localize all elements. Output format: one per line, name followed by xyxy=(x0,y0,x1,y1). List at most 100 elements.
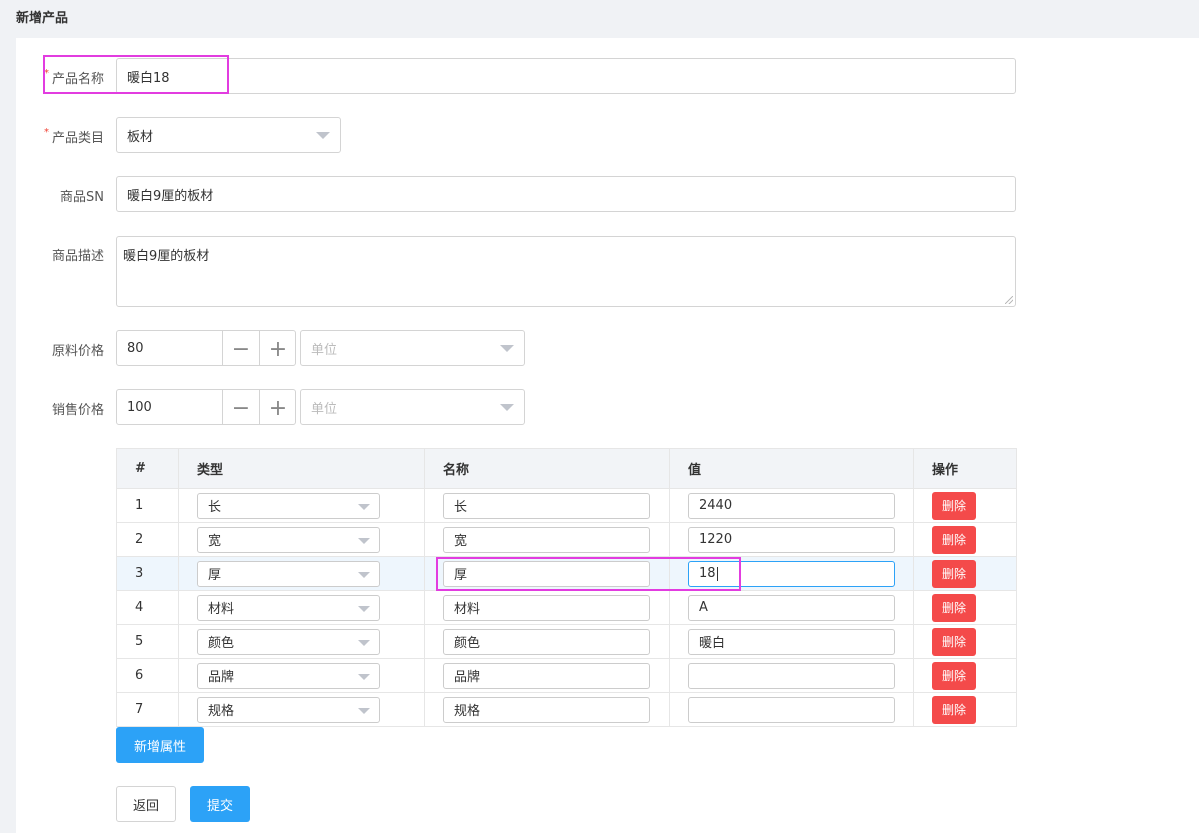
action-cell: 删除 xyxy=(913,658,1017,693)
product-description-label: 商品描述 xyxy=(51,249,104,264)
value-cell: 2440 xyxy=(669,488,914,523)
column-header-index: # xyxy=(116,448,179,489)
type-select[interactable]: 品牌 xyxy=(197,662,380,689)
product-description-text: 暖白9厘的板材 xyxy=(123,249,210,264)
chevron-down-icon xyxy=(358,639,370,646)
type-value: 颜色 xyxy=(208,636,235,651)
type-value: 材料 xyxy=(208,602,235,617)
action-cell: 删除 xyxy=(913,692,1017,727)
add-attribute-button[interactable]: 新增属性 xyxy=(116,727,204,763)
row-index: 5 xyxy=(116,624,179,659)
product-sn-input[interactable]: 暖白9厘的板材 xyxy=(116,176,1016,212)
sale-price-stepper[interactable]: 100 − + xyxy=(116,389,296,425)
required-mark: * xyxy=(43,127,49,138)
value-cell: A xyxy=(669,590,914,625)
raw-price-stepper[interactable]: 80 − + xyxy=(116,330,296,366)
type-select[interactable]: 长 xyxy=(197,492,380,519)
column-header-name: 名称 xyxy=(424,448,670,489)
chevron-down-icon xyxy=(358,673,370,680)
value-cell: 1220 xyxy=(669,522,914,557)
name-cell: 宽 xyxy=(424,522,670,557)
name-input[interactable]: 宽 xyxy=(443,526,650,553)
type-cell: 规格 xyxy=(178,692,425,727)
row-index: 3 xyxy=(116,556,179,591)
value-cell xyxy=(669,692,914,727)
chevron-down-icon xyxy=(500,404,514,411)
table-row: 2 宽 宽 1220 删除 xyxy=(116,522,1017,557)
value-input[interactable] xyxy=(688,696,895,723)
submit-button[interactable]: 提交 xyxy=(190,786,250,822)
type-cell: 长 xyxy=(178,488,425,523)
action-cell: 删除 xyxy=(913,624,1017,659)
name-input[interactable]: 材料 xyxy=(443,594,650,621)
delete-button[interactable]: 删除 xyxy=(932,627,976,656)
delete-button[interactable]: 删除 xyxy=(932,593,976,622)
name-input[interactable]: 规格 xyxy=(443,696,650,723)
name-input[interactable]: 长 xyxy=(443,492,650,519)
sale-price-unit-select[interactable]: 单位 xyxy=(300,389,525,425)
back-button[interactable]: 返回 xyxy=(116,786,176,822)
row-index: 7 xyxy=(116,692,179,727)
name-input[interactable]: 品牌 xyxy=(443,662,650,689)
column-header-action: 操作 xyxy=(913,448,1017,489)
chevron-down-icon xyxy=(500,345,514,352)
sale-price-label: 销售价格 xyxy=(51,403,104,418)
type-value: 宽 xyxy=(208,534,222,549)
value-input[interactable] xyxy=(688,662,895,689)
type-select[interactable]: 厚 xyxy=(197,560,380,587)
name-cell: 规格 xyxy=(424,692,670,727)
value-input[interactable]: 1220 xyxy=(688,526,895,553)
chevron-down-icon xyxy=(358,571,370,578)
action-cell: 删除 xyxy=(913,556,1017,591)
product-category-label: * 产品类目 xyxy=(44,127,104,146)
value-cell: 暖白 xyxy=(669,624,914,659)
row-index: 2 xyxy=(116,522,179,557)
action-cell: 删除 xyxy=(913,522,1017,557)
table-row: 6 品牌 品牌 删除 xyxy=(116,658,1017,693)
decrement-button[interactable]: − xyxy=(222,331,259,365)
type-value: 品牌 xyxy=(208,670,235,685)
action-cell: 删除 xyxy=(913,488,1017,523)
row-index: 1 xyxy=(116,488,179,523)
delete-button[interactable]: 删除 xyxy=(932,559,976,588)
raw-price-label: 原料价格 xyxy=(51,344,104,359)
product-description-textarea[interactable]: 暖白9厘的板材 xyxy=(116,236,1016,307)
product-sn-label: 商品SN xyxy=(60,190,104,205)
value-input[interactable]: 暖白 xyxy=(688,628,895,655)
increment-button[interactable]: + xyxy=(259,331,295,365)
value-input[interactable]: A xyxy=(688,594,895,621)
product-category-select[interactable]: 板材 xyxy=(116,117,341,153)
type-value: 长 xyxy=(208,500,222,515)
table-header-row: # 类型 名称 值 操作 xyxy=(116,448,1017,489)
increment-button[interactable]: + xyxy=(259,390,295,424)
type-value: 厚 xyxy=(208,568,222,583)
delete-button[interactable]: 删除 xyxy=(932,695,976,724)
chevron-down-icon xyxy=(358,605,370,612)
type-value: 规格 xyxy=(208,704,235,719)
resize-grip-icon[interactable] xyxy=(1005,296,1013,304)
column-header-value: 值 xyxy=(669,448,914,489)
chevron-down-icon xyxy=(316,132,330,139)
table-row: 5 颜色 颜色 暖白 删除 xyxy=(116,624,1017,659)
type-select[interactable]: 宽 xyxy=(197,526,380,553)
delete-button[interactable]: 删除 xyxy=(932,491,976,520)
delete-button[interactable]: 删除 xyxy=(932,661,976,690)
decrement-button[interactable]: − xyxy=(222,390,259,424)
name-input[interactable]: 颜色 xyxy=(443,628,650,655)
chevron-down-icon xyxy=(358,537,370,544)
action-cell: 删除 xyxy=(913,590,1017,625)
type-select[interactable]: 材料 xyxy=(197,594,380,621)
type-select[interactable]: 规格 xyxy=(197,696,380,723)
value-input[interactable]: 2440 xyxy=(688,492,895,519)
delete-button[interactable]: 删除 xyxy=(932,525,976,554)
type-cell: 材料 xyxy=(178,590,425,625)
table-row: 7 规格 规格 删除 xyxy=(116,692,1017,727)
raw-price-unit-select[interactable]: 单位 xyxy=(300,330,525,366)
annotation-highlight-row xyxy=(436,557,741,591)
annotation-highlight-name xyxy=(43,55,229,94)
type-select[interactable]: 颜色 xyxy=(197,628,380,655)
product-category-value: 板材 xyxy=(127,129,154,145)
row-index: 6 xyxy=(116,658,179,693)
unit-placeholder: 单位 xyxy=(311,342,338,358)
product-name-input[interactable]: 暖白18 xyxy=(116,58,1016,94)
